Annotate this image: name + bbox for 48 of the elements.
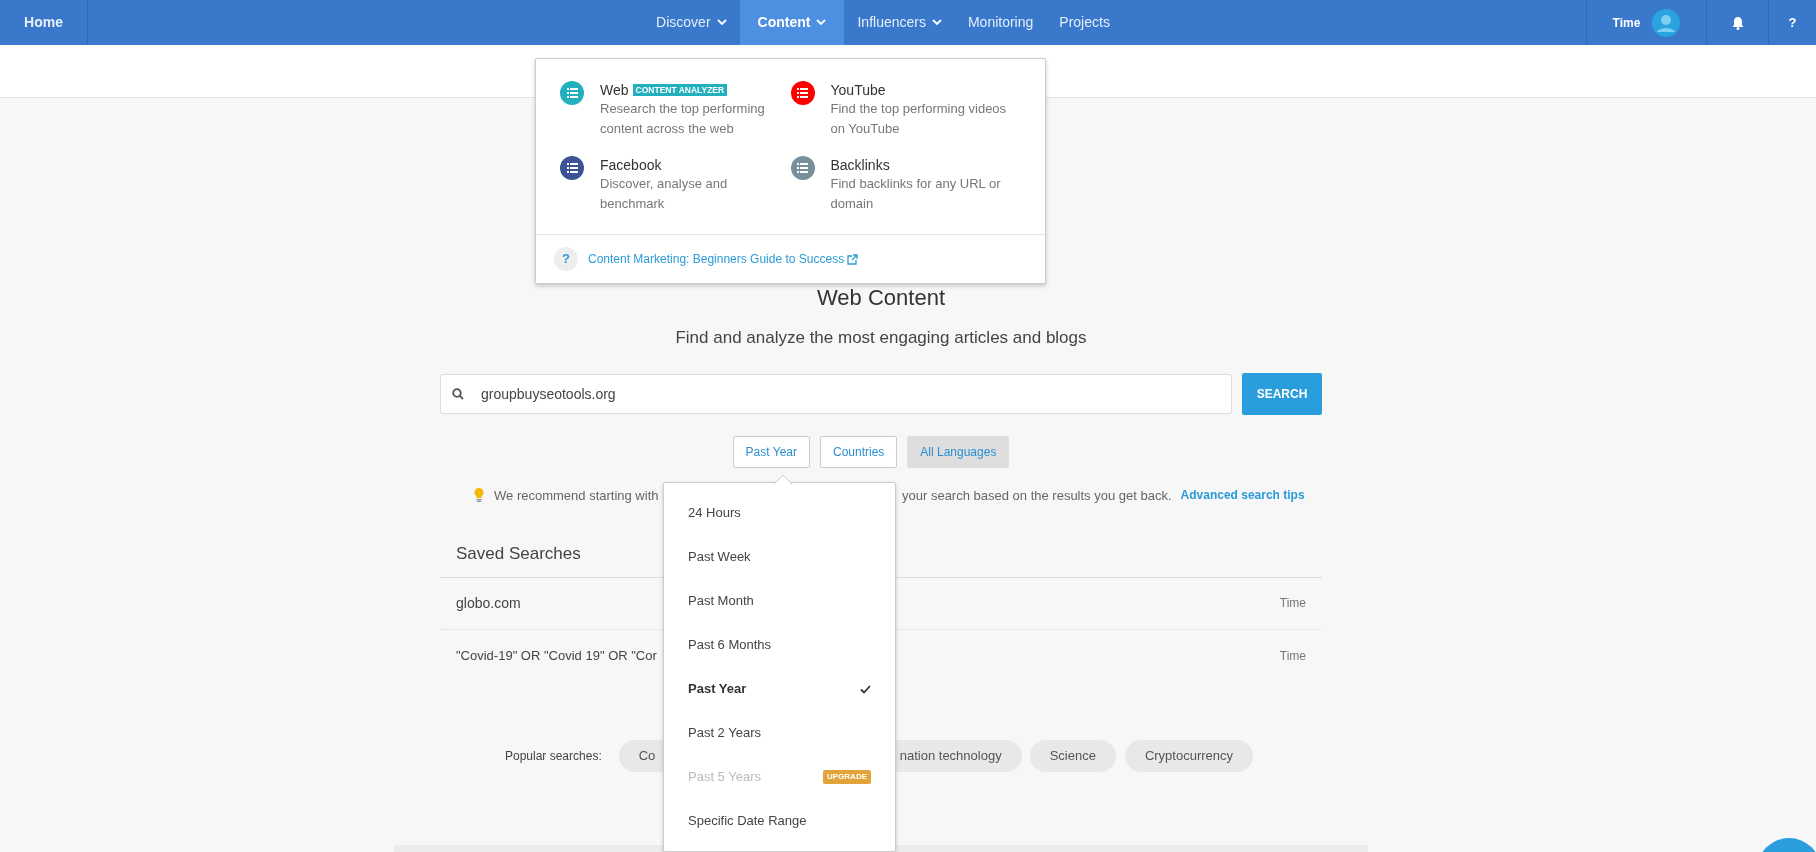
external-link-icon (847, 254, 859, 266)
saved-search-owner: Time (1279, 595, 1306, 612)
search-chip[interactable]: Science (1029, 739, 1116, 772)
guide-link[interactable]: Content Marketing: Beginners Guide to Success (588, 250, 859, 268)
saved-search-query: "Covid-19" OR "Covid 19" OR "Cor (456, 646, 657, 665)
menu-item-description: Discover, analyse and benchmark (600, 175, 729, 213)
menu-option[interactable]: 24 Hours (664, 491, 895, 535)
menu-option[interactable]: Past Month (664, 579, 895, 623)
menu-item-description: Research the top performing content across the web (600, 100, 766, 138)
menu-item-description: Find the top performing videos on YouTube (830, 100, 1008, 138)
nav-tab[interactable]: Content (739, 0, 845, 45)
menu-item[interactable]: Backlinks Find backlinks for any URL or domain (790, 156, 1021, 214)
search-chip[interactable]: Cryptocurrency (1124, 739, 1254, 772)
menu-option[interactable]: Specific Date Range (664, 799, 895, 843)
menu-option[interactable]: Past Year (664, 667, 895, 711)
checkmark-icon (860, 684, 871, 694)
menu-item[interactable]: Web $^{CONTENT ANALYZER}$ Research the top performing content across the web (560, 81, 791, 139)
feature-tag: CONTENT ANALYZER (632, 84, 728, 96)
user-name: Time (1612, 14, 1641, 32)
menu-item[interactable]: Facebook Discover, analyse and benchmark (560, 156, 791, 214)
filter-button[interactable]: Countries (819, 435, 898, 468)
saved-search-query: globo.com (456, 593, 521, 613)
upgrade-tag: UPGRADE (823, 770, 871, 784)
menu-item-title: Facebook (600, 157, 662, 173)
nav-tab[interactable]: Monitoring (954, 0, 1047, 45)
tip-text: We recommend starting with (494, 486, 660, 505)
help-icon: ? (554, 247, 578, 271)
nav-tab[interactable]: Projects (1046, 0, 1123, 45)
lightbulb-icon (474, 488, 484, 503)
page-title: Web Content (816, 284, 946, 312)
tip-text: your search based on the results you get back. (902, 486, 1172, 505)
bell-icon (1731, 15, 1744, 30)
menu-item-description: Find backlinks for any URL or domain (830, 175, 1002, 213)
menu-item-title: YouTube (830, 82, 886, 98)
popular-label: Popular searches: (505, 747, 602, 765)
help-link[interactable]: ? (1788, 12, 1797, 33)
menu-item[interactable]: YouTube Find the top performing videos on YouTube (790, 81, 1021, 139)
filter-button[interactable]: Past Year (732, 435, 810, 468)
menu-item-title: Backlinks (830, 157, 890, 173)
avatar-icon (1652, 8, 1681, 37)
nav-tab[interactable]: Influencers (844, 0, 955, 45)
nav-tab[interactable]: Discover (643, 0, 740, 45)
page-subtitle: Find and analyze the most engaging articles and blogs (674, 327, 1088, 349)
search-field[interactable]: groupbuyseotools.org (440, 373, 1232, 414)
saved-search-owner: Time (1279, 647, 1306, 665)
search-icon (452, 387, 464, 400)
menu-item-title: Web (600, 82, 629, 98)
menu-option[interactable]: Past 6 Months (664, 623, 895, 667)
